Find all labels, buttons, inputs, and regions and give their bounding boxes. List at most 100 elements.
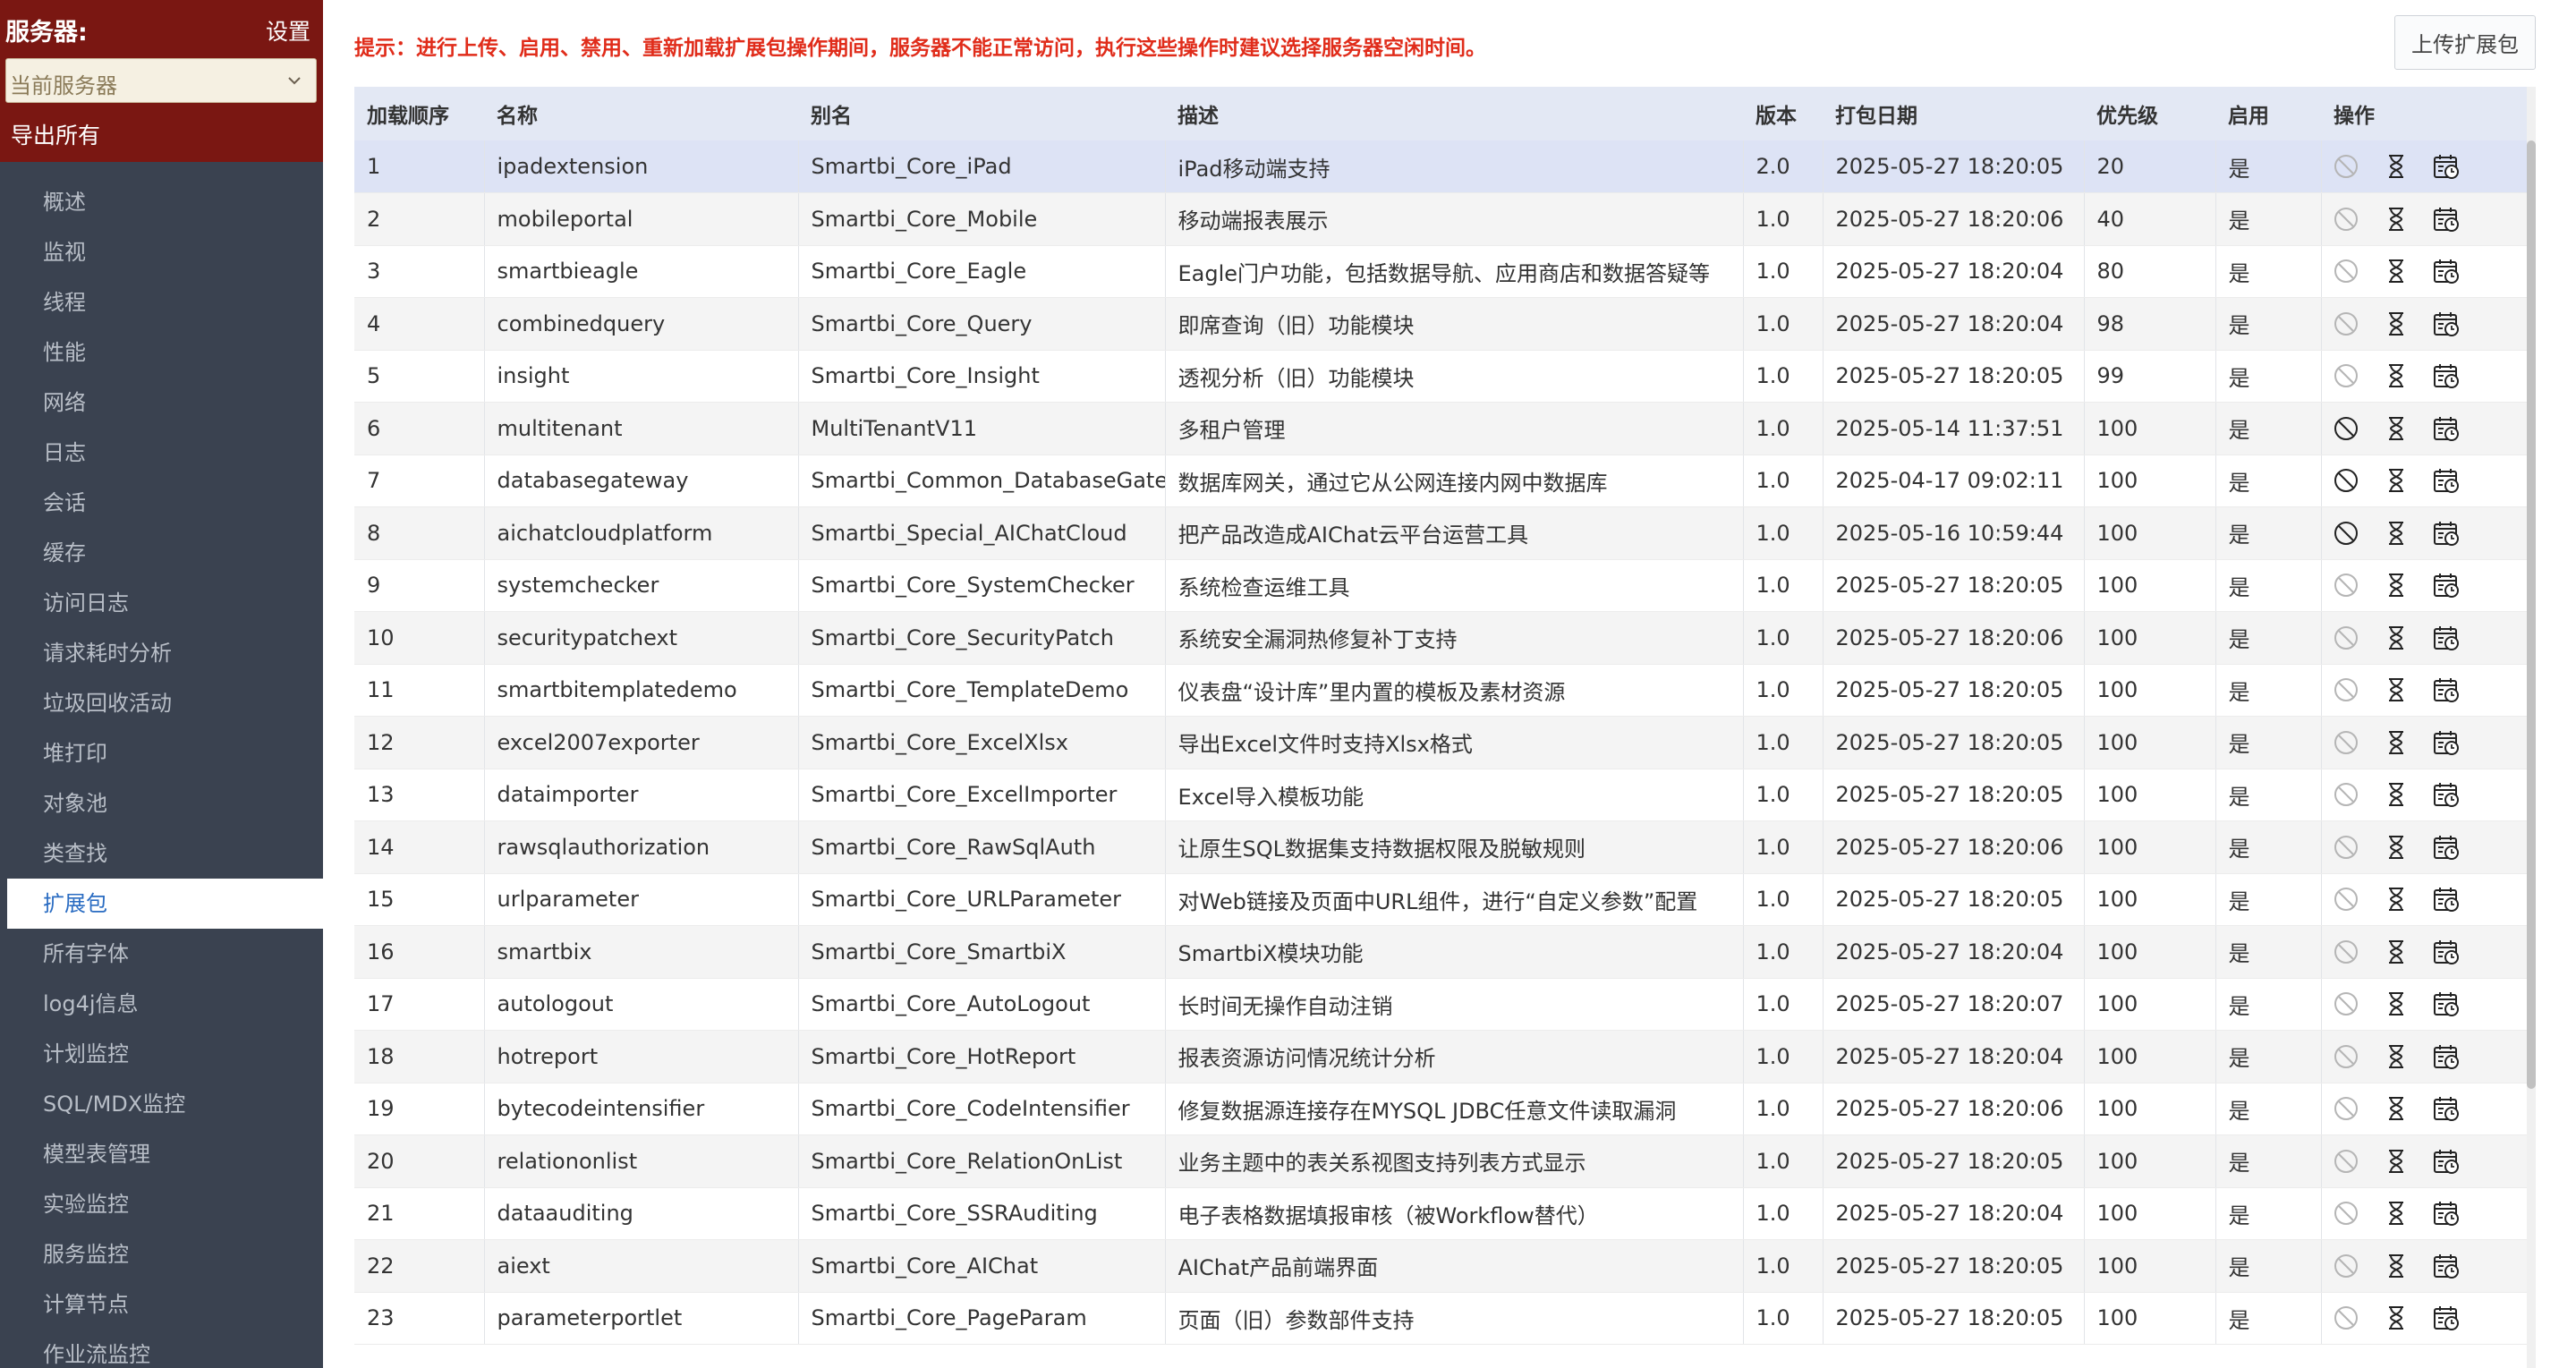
sidebar-item[interactable]: 访问日志	[0, 578, 323, 628]
sidebar-item[interactable]: 监视	[0, 227, 323, 277]
hourglass-icon[interactable]	[2381, 1146, 2411, 1177]
table-row[interactable]: 6 multitenant MultiTenantV11 多租户管理 1.0 2025-0…	[354, 402, 2536, 455]
table-row[interactable]: 23 parameterportlet Smartbi_Core_PageParam…	[354, 1292, 2536, 1345]
hourglass-icon[interactable]	[2381, 832, 2411, 862]
table-row[interactable]: 15 urlparameter Smartbi_Core_URLParameter 对…	[354, 873, 2536, 926]
sidebar-item[interactable]: 扩展包	[7, 879, 323, 929]
sidebar-item[interactable]: 性能	[0, 327, 323, 378]
disable-icon[interactable]	[2331, 727, 2361, 758]
disable-icon[interactable]	[2331, 832, 2361, 862]
table-row[interactable]: 5 insight Smartbi_Core_Insight 透视分析（旧）功能模块 1…	[354, 350, 2536, 403]
calendar-clock-icon[interactable]	[2431, 1093, 2461, 1124]
table-row[interactable]: 13 dataimporter Smartbi_Core_ExcelImporter…	[354, 769, 2536, 821]
table-row[interactable]: 14 rawsqlauthorization Smartbi_Core_RawSql…	[354, 820, 2536, 874]
sidebar-item[interactable]: 线程	[0, 277, 323, 327]
sidebar-item[interactable]: 对象池	[0, 778, 323, 828]
hourglass-icon[interactable]	[2381, 151, 2411, 182]
calendar-clock-icon[interactable]	[2431, 675, 2461, 705]
table-row[interactable]: 20 relationonlist Smartbi_Core_RelationOnL…	[354, 1134, 2536, 1188]
server-select[interactable]: 当前服务器	[5, 58, 317, 103]
disable-icon[interactable]	[2331, 779, 2361, 810]
disable-icon[interactable]	[2331, 937, 2361, 967]
sidebar-item[interactable]: 模型表管理	[0, 1129, 323, 1179]
table-row[interactable]: 2 mobileportal Smartbi_Core_Mobile 移动端报表展示 1…	[354, 192, 2536, 246]
disable-icon[interactable]	[2331, 151, 2361, 182]
calendar-clock-icon[interactable]	[2431, 937, 2461, 967]
sidebar-item[interactable]: 作业流监控	[0, 1330, 323, 1368]
sidebar-item[interactable]: 服务监控	[0, 1229, 323, 1279]
table-row[interactable]: 4 combinedquery Smartbi_Core_Query 即席查询（旧）功…	[354, 297, 2536, 351]
disable-icon[interactable]	[2331, 570, 2361, 600]
sidebar-item[interactable]: 缓存	[0, 528, 323, 578]
hourglass-icon[interactable]	[2381, 989, 2411, 1019]
disable-icon[interactable]	[2331, 1303, 2361, 1333]
table-row[interactable]: 11 smartbitemplatedemo Smartbi_Core_Templa…	[354, 664, 2536, 717]
sidebar-item[interactable]: 类查找	[0, 828, 323, 879]
hourglass-icon[interactable]	[2381, 623, 2411, 653]
calendar-clock-icon[interactable]	[2431, 1251, 2461, 1281]
hourglass-icon[interactable]	[2381, 1093, 2411, 1124]
table-row[interactable]: 12 excel2007exporter Smartbi_Core_ExcelXls…	[354, 716, 2536, 769]
hourglass-icon[interactable]	[2381, 675, 2411, 705]
calendar-clock-icon[interactable]	[2431, 413, 2461, 444]
disable-icon[interactable]	[2331, 204, 2361, 234]
table-row[interactable]: 10 securitypatchext Smartbi_Core_SecurityP…	[354, 611, 2536, 665]
hourglass-icon[interactable]	[2381, 256, 2411, 286]
hourglass-icon[interactable]	[2381, 884, 2411, 914]
table-row[interactable]: 8 aichatcloudplatform Smartbi_Special_AICh…	[354, 506, 2536, 560]
disable-icon[interactable]	[2331, 675, 2361, 705]
disable-icon[interactable]	[2331, 623, 2361, 653]
hourglass-icon[interactable]	[2381, 1198, 2411, 1228]
sidebar-item[interactable]: 会话	[0, 478, 323, 528]
disable-icon[interactable]	[2331, 884, 2361, 914]
disable-icon[interactable]	[2331, 518, 2361, 548]
calendar-clock-icon[interactable]	[2431, 884, 2461, 914]
calendar-clock-icon[interactable]	[2431, 1146, 2461, 1177]
sidebar-item[interactable]: 请求耗时分析	[0, 628, 323, 678]
sidebar-item[interactable]: 堆打印	[0, 728, 323, 778]
disable-icon[interactable]	[2331, 309, 2361, 339]
disable-icon[interactable]	[2331, 256, 2361, 286]
disable-icon[interactable]	[2331, 989, 2361, 1019]
table-row[interactable]: 22 aiext Smartbi_Core_AIChat AIChat产品前端界面 1.…	[354, 1239, 2536, 1293]
calendar-clock-icon[interactable]	[2431, 1303, 2461, 1333]
table-row[interactable]: 21 dataauditing Smartbi_Core_SSRAuditing 电子…	[354, 1187, 2536, 1240]
sidebar-item[interactable]: 网络	[0, 378, 323, 428]
table-row[interactable]: 7 databasegateway Smartbi_Common_DatabaseG…	[354, 455, 2536, 507]
table-row[interactable]: 1 ipadextension Smartbi_Core_iPad iPad移动端支持…	[354, 140, 2536, 193]
hourglass-icon[interactable]	[2381, 727, 2411, 758]
disable-icon[interactable]	[2331, 1146, 2361, 1177]
upload-extension-button[interactable]: 上传扩展包	[2394, 15, 2536, 70]
table-row[interactable]: 16 smartbix Smartbi_Core_SmartbiX SmartbiX模…	[354, 925, 2536, 979]
calendar-clock-icon[interactable]	[2431, 727, 2461, 758]
sidebar-item[interactable]: SQL/MDX监控	[0, 1079, 323, 1129]
hourglass-icon[interactable]	[2381, 1041, 2411, 1072]
hourglass-icon[interactable]	[2381, 465, 2411, 496]
sidebar-item[interactable]: log4j信息	[0, 979, 323, 1029]
calendar-clock-icon[interactable]	[2431, 832, 2461, 862]
calendar-clock-icon[interactable]	[2431, 518, 2461, 548]
hourglass-icon[interactable]	[2381, 204, 2411, 234]
disable-icon[interactable]	[2331, 1251, 2361, 1281]
export-all-link[interactable]: 导出所有	[11, 118, 100, 150]
sidebar-item[interactable]: 实验监控	[0, 1179, 323, 1229]
calendar-clock-icon[interactable]	[2431, 570, 2461, 600]
sidebar-item[interactable]: 计算节点	[0, 1279, 323, 1330]
sidebar-item[interactable]: 概述	[0, 177, 323, 227]
scrollbar-thumb[interactable]	[2527, 140, 2536, 1089]
table-row[interactable]: 9 systemchecker Smartbi_Core_SystemChecker…	[354, 559, 2536, 612]
calendar-clock-icon[interactable]	[2431, 309, 2461, 339]
hourglass-icon[interactable]	[2381, 413, 2411, 444]
calendar-clock-icon[interactable]	[2431, 361, 2461, 391]
table-row[interactable]: 3 smartbieagle Smartbi_Core_Eagle Eagle门户功能…	[354, 245, 2536, 298]
vertical-scrollbar[interactable]	[2527, 87, 2536, 1368]
calendar-clock-icon[interactable]	[2431, 465, 2461, 496]
hourglass-icon[interactable]	[2381, 1303, 2411, 1333]
hourglass-icon[interactable]	[2381, 309, 2411, 339]
hourglass-icon[interactable]	[2381, 937, 2411, 967]
calendar-clock-icon[interactable]	[2431, 151, 2461, 182]
sidebar-item[interactable]: 垃圾回收活动	[0, 678, 323, 728]
calendar-clock-icon[interactable]	[2431, 1198, 2461, 1228]
hourglass-icon[interactable]	[2381, 779, 2411, 810]
calendar-clock-icon[interactable]	[2431, 204, 2461, 234]
